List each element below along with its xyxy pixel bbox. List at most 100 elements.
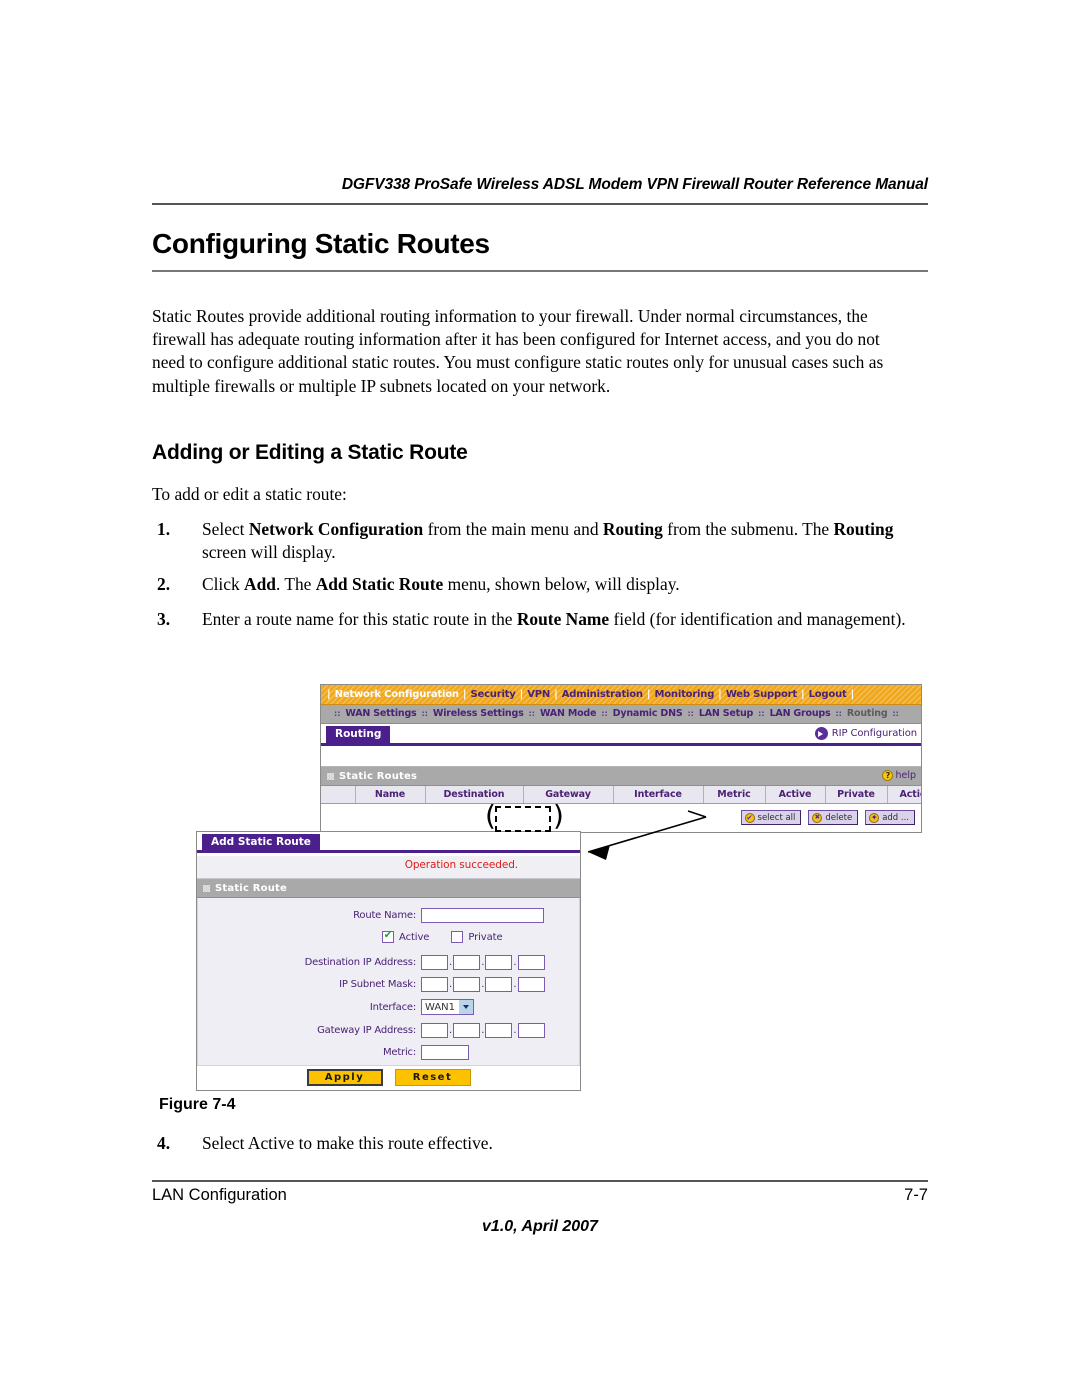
subnav-separator: :: <box>421 709 428 718</box>
subnav-separator: :: <box>687 709 694 718</box>
chevron-down-icon <box>459 1000 474 1014</box>
table-column-header: Interface <box>613 786 704 804</box>
static-route-section-header: Static Route <box>197 879 580 898</box>
step-run: Enter a route name for this static route… <box>202 609 517 629</box>
sub-navigation-bar[interactable]: :: WAN Settings:: Wireless Settings:: WAN M… <box>321 705 921 724</box>
route-name-input[interactable] <box>421 908 544 923</box>
figure-screenshot: | Network Configuration | Security | VPN | Admi… <box>190 680 930 1092</box>
button-label: delete <box>825 812 853 823</box>
route-name-row: Route Name: <box>198 908 579 923</box>
main-nav-item-monitoring[interactable]: Monitoring <box>655 689 715 700</box>
metric-row: Metric: <box>198 1045 579 1060</box>
step-number: 4. <box>157 1133 171 1153</box>
main-nav-item-web-support[interactable]: Web Support <box>726 689 797 700</box>
step-item: 2. Click Add. The Add Static Route menu,… <box>152 573 917 596</box>
table-column-header: Gateway <box>523 786 614 804</box>
private-checkbox[interactable] <box>451 931 464 943</box>
step-run: . The <box>275 574 316 594</box>
content-spacer <box>321 746 921 767</box>
sub-nav-item-routing[interactable]: Routing <box>847 709 888 719</box>
gateway-octet-1[interactable] <box>421 1023 448 1038</box>
check-circle-icon <box>744 812 755 823</box>
add-button[interactable]: add ... <box>865 810 915 825</box>
figure-caption: Figure 7-4 <box>159 1096 236 1113</box>
destination-octet-3[interactable] <box>485 955 513 970</box>
metric-label: Metric: <box>382 1047 416 1058</box>
nav-separator: | <box>800 688 805 700</box>
step-text: Click Add. The Add Static Route menu, sh… <box>202 573 917 596</box>
grid-dots-icon <box>327 772 334 780</box>
nav-separator: | <box>850 688 855 700</box>
grid-dots-icon <box>203 884 210 892</box>
main-nav-item-security[interactable]: Security <box>470 689 515 700</box>
tab-add-static-route[interactable]: Add Static Route <box>202 834 320 851</box>
add-button-callout-box <box>495 806 551 832</box>
step-run: from the main menu and <box>423 519 603 539</box>
sub-nav-item-lan-setup[interactable]: LAN Setup <box>699 709 753 719</box>
subnav-separator: :: <box>892 709 899 718</box>
nav-separator: | <box>554 688 558 700</box>
sub-nav-item-wan-settings[interactable]: WAN Settings <box>345 709 416 719</box>
destination-octet-2[interactable] <box>453 955 481 970</box>
cross-circle-icon <box>812 812 823 823</box>
table-column-header: Destination <box>425 786 524 804</box>
private-label: Private <box>468 931 503 943</box>
main-nav-item-network-configuration[interactable]: Network Configuration <box>335 689 459 700</box>
apply-button[interactable]: Apply <box>306 1069 383 1086</box>
section-heading: Adding or Editing a Static Route <box>152 441 468 464</box>
sub-nav-item-dynamic-dns[interactable]: Dynamic DNS <box>613 709 683 719</box>
subnav-separator: :: <box>758 709 765 718</box>
callout-paren-left: ( <box>485 799 496 832</box>
table-column-header <box>321 786 356 804</box>
interface-select[interactable]: WAN1 <box>421 999 475 1015</box>
sub-nav-item-lan-groups[interactable]: LAN Groups <box>770 709 831 719</box>
gateway-octet-4[interactable] <box>517 1023 545 1038</box>
main-nav-item-vpn[interactable]: VPN <box>527 689 550 700</box>
nav-separator: | <box>519 688 524 700</box>
active-checkbox[interactable] <box>382 930 394 943</box>
subnet-octet-4[interactable] <box>517 977 545 992</box>
help-link[interactable]: ? help <box>882 770 916 781</box>
add-static-route-window: Add Static Route Operation succeeded. St… <box>196 831 581 1091</box>
static-route-title: Static Route <box>215 882 287 894</box>
main-navigation-bar[interactable]: | Network Configuration | Security | VPN | Admi… <box>321 685 921 705</box>
rip-configuration-link[interactable]: RIP Configuration <box>814 727 917 740</box>
selectall-button[interactable]: select all <box>740 810 802 825</box>
table-column-header: Active <box>765 786 826 804</box>
step-emphasis: Routing <box>602 519 663 539</box>
metric-input[interactable] <box>421 1045 469 1060</box>
subnet-octet-2[interactable] <box>453 977 481 992</box>
destination-octet-1[interactable] <box>421 955 448 970</box>
reset-button[interactable]: Reset <box>394 1069 471 1086</box>
running-head-rule <box>152 203 928 205</box>
nav-separator: | <box>462 688 467 700</box>
route-name-label: Route Name: <box>353 910 416 921</box>
gateway-octet-3[interactable] <box>485 1023 513 1038</box>
sub-nav-item-wireless-settings[interactable]: Wireless Settings <box>433 709 524 719</box>
step-emphasis: Network Configuration <box>248 519 424 539</box>
subnav-separator: :: <box>601 709 608 718</box>
interface-row: Interface: WAN1 <box>198 999 579 1015</box>
destination-octet-4[interactable] <box>517 955 545 970</box>
subnav-separator: :: <box>835 709 842 718</box>
footer-right: 7-7 <box>904 1186 928 1204</box>
static-routes-title: Static Routes <box>339 770 418 782</box>
sub-nav-item-wan-mode[interactable]: WAN Mode <box>540 709 596 719</box>
table-action-buttons[interactable]: select all delete add ... <box>740 810 915 825</box>
step-text: Select Active to make this route effecti… <box>202 1132 917 1155</box>
step-emphasis: Routing <box>833 519 894 539</box>
main-nav-item-administration[interactable]: Administration <box>562 689 643 700</box>
subnav-separator: :: <box>334 709 341 718</box>
flags-row: Active Private <box>198 930 579 943</box>
subnav-separator: :: <box>528 709 535 718</box>
intro-paragraph: Static Routes provide additional routing… <box>152 306 884 396</box>
tab-routing[interactable]: Routing <box>326 726 391 743</box>
main-nav-item-logout[interactable]: Logout <box>809 689 847 700</box>
gateway-octet-2[interactable] <box>453 1023 481 1038</box>
help-label: help <box>895 770 916 781</box>
subnet-octet-3[interactable] <box>485 977 513 992</box>
form-button-bar: Apply Reset <box>197 1069 580 1086</box>
delete-button[interactable]: delete <box>808 810 859 825</box>
step-run: menu, shown below, will display. <box>443 574 680 594</box>
subnet-octet-1[interactable] <box>421 977 448 992</box>
